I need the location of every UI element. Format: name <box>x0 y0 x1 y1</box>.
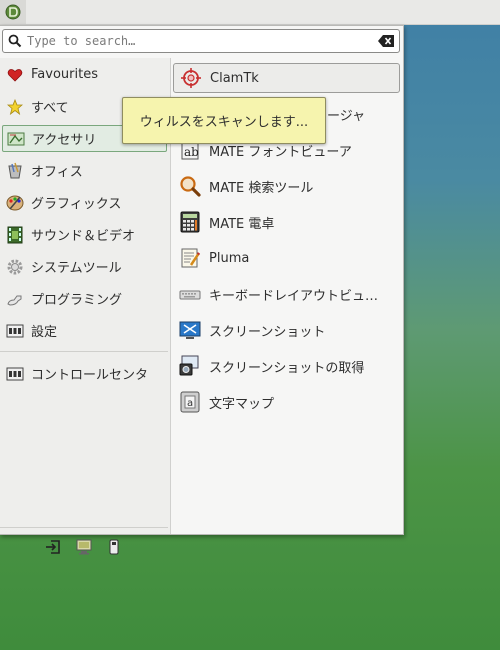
palette-icon <box>6 194 24 212</box>
app-label: ClamTk <box>210 70 259 86</box>
search-icon <box>8 34 22 48</box>
category-label: オフィス <box>31 165 83 180</box>
control-center-icon <box>6 365 24 383</box>
session-buttons <box>0 527 168 566</box>
category-office[interactable]: オフィス <box>2 157 167 184</box>
app-label: 文字マップ <box>209 396 275 412</box>
svg-text:ab: ab <box>184 145 199 159</box>
lock-screen-button[interactable] <box>74 537 94 557</box>
app-keyboard-layout-viewer[interactable]: キーボードレイアウトビュ… <box>173 279 400 309</box>
settings-icon <box>6 322 24 340</box>
category-system-tools[interactable]: システムツール <box>2 253 167 280</box>
svg-text:a: a <box>187 398 193 409</box>
category-label: コントロールセンタ <box>31 368 149 383</box>
shutdown-icon <box>109 539 119 555</box>
search-box[interactable] <box>2 29 400 53</box>
office-icon <box>6 162 24 180</box>
category-label: Favourites <box>31 67 98 82</box>
app-label: スクリーンショットの取得 <box>209 360 365 376</box>
top-panel <box>0 0 500 25</box>
keyboard-icon <box>178 282 202 306</box>
menu-logo-icon <box>5 4 21 20</box>
category-settings[interactable]: 設定 <box>2 317 167 344</box>
gear-icon <box>6 258 24 276</box>
category-graphics[interactable]: グラフィックス <box>2 189 167 216</box>
category-label: サウンド＆ビデオ <box>31 229 136 244</box>
category-label: グラフィックス <box>31 197 122 212</box>
logout-icon <box>46 540 60 554</box>
app-label: キーボードレイアウトビュ… <box>209 288 379 304</box>
magnifier-icon <box>178 174 202 198</box>
category-label: 設定 <box>31 325 58 340</box>
multimedia-icon <box>6 226 24 244</box>
crosshair-target-icon <box>179 66 203 90</box>
app-mate-calculator[interactable]: MATE 電卓 <box>173 207 400 237</box>
shutdown-button[interactable] <box>104 537 124 557</box>
heart-icon <box>6 66 24 84</box>
lock-screen-icon <box>76 539 92 555</box>
app-label: MATE 検索ツール <box>209 180 314 196</box>
category-label: すべて <box>31 101 69 116</box>
clear-search-icon[interactable] <box>378 35 394 47</box>
category-programming[interactable]: プログラミング <box>2 285 167 312</box>
star-icon <box>6 98 24 116</box>
calculator-icon <box>178 210 202 234</box>
accessories-icon <box>7 130 25 148</box>
app-mate-search-tool[interactable]: MATE 検索ツール <box>173 171 400 201</box>
app-clamtk[interactable]: ClamTk <box>173 63 400 93</box>
main-menu-button[interactable] <box>0 0 26 24</box>
category-control-center[interactable]: コントロールセンタ <box>2 360 167 387</box>
app-label: Pluma <box>209 250 250 266</box>
text-editor-icon <box>178 246 202 270</box>
search-input[interactable] <box>27 32 367 50</box>
app-screenshot[interactable]: スクリーンショット <box>173 315 400 345</box>
tooltip: ウィルスをスキャンします... <box>122 97 326 144</box>
app-label: MATE 電卓 <box>209 216 275 232</box>
category-label: プログラミング <box>31 293 123 308</box>
app-label: スクリーンショット <box>209 324 326 340</box>
category-label: システムツール <box>31 261 122 276</box>
app-character-map[interactable]: a 文字マップ <box>173 387 400 417</box>
app-label: ージャ <box>327 108 366 124</box>
category-label: アクセサリ <box>32 133 97 148</box>
logout-button[interactable] <box>43 537 63 557</box>
app-take-screenshot[interactable]: スクリーンショットの取得 <box>173 351 400 381</box>
screenshot-icon <box>178 318 202 342</box>
programming-icon <box>6 290 24 308</box>
camera-screenshot-icon <box>178 354 202 378</box>
category-sound-video[interactable]: サウンド＆ビデオ <box>2 221 167 248</box>
app-pluma[interactable]: Pluma <box>173 243 400 273</box>
category-favourites[interactable]: Favourites <box>2 61 167 88</box>
category-separator <box>0 351 168 352</box>
character-map-icon: a <box>178 390 202 414</box>
